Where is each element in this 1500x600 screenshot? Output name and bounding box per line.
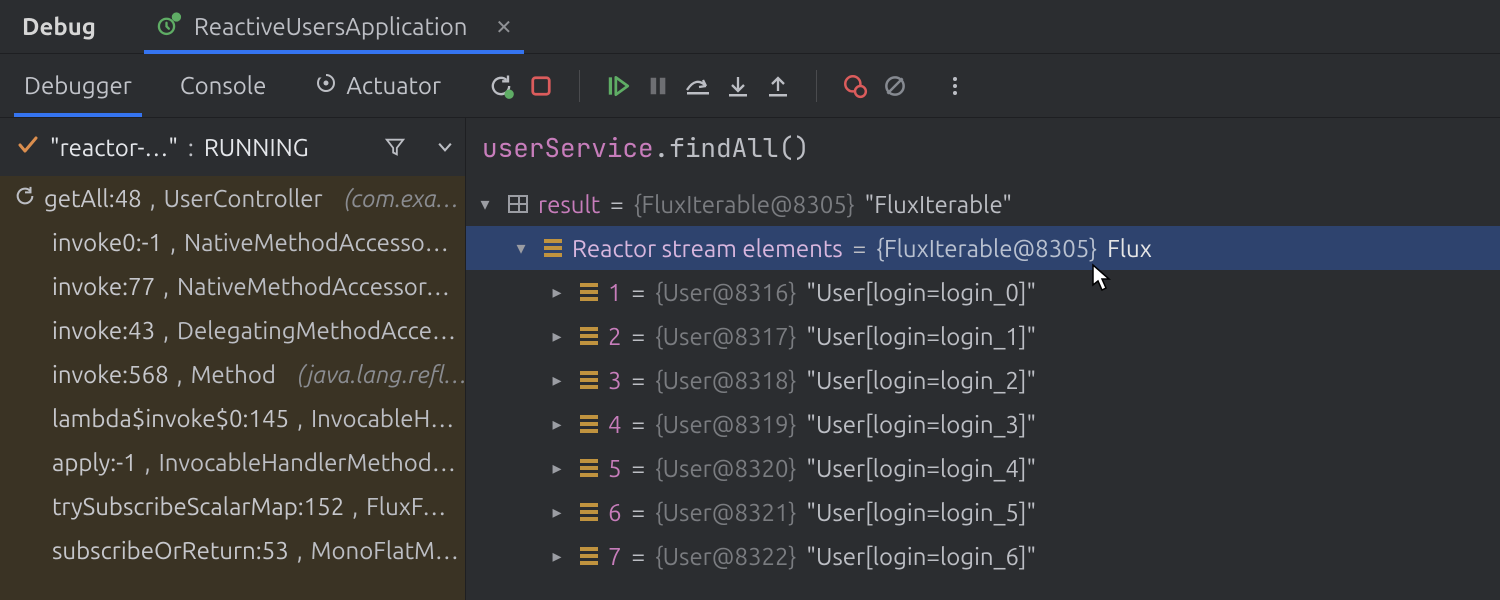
mute-breakpoints-button[interactable] <box>875 66 915 106</box>
thread-selector[interactable]: "reactor-…" : RUNNING <box>0 118 465 176</box>
object-icon <box>580 283 598 301</box>
step-into-button[interactable] <box>718 66 758 106</box>
stack-frame[interactable]: trySubscribeScalarMap:152, FluxF… <box>0 484 465 528</box>
chevron-right-icon[interactable]: ▸ <box>544 414 570 435</box>
resume-button[interactable] <box>598 66 638 106</box>
view-breakpoints-button[interactable] <box>835 66 875 106</box>
chevron-right-icon[interactable]: ▸ <box>544 326 570 347</box>
chevron-down-icon[interactable] <box>425 127 465 167</box>
chevron-right-icon[interactable]: ▸ <box>544 546 570 567</box>
stack-frame[interactable]: apply:-1, InvocableHandlerMethod… <box>0 440 465 484</box>
divider <box>579 70 580 102</box>
chevron-down-icon[interactable]: ▾ <box>472 194 498 215</box>
object-icon <box>580 415 598 433</box>
debug-titlebar: Debug ReactiveUsersApplication ✕ <box>0 0 1500 54</box>
variables-tree[interactable]: ▾ result = {FluxIterable@8305} "FluxIter… <box>466 176 1500 600</box>
rerun-button[interactable] <box>481 66 521 106</box>
thread-status: RUNNING <box>204 134 309 161</box>
variable-node[interactable]: ▸ 5 = {User@8320} "User[login=login_4]" <box>466 446 1500 490</box>
stack-frame[interactable]: getAll:48, UserController (com.exa… <box>0 176 465 220</box>
stop-button[interactable] <box>521 66 561 106</box>
more-icon[interactable] <box>935 66 975 106</box>
chevron-right-icon[interactable]: ▸ <box>544 502 570 523</box>
tab-console[interactable]: Console <box>156 54 290 117</box>
variable-node[interactable]: ▸ 7 = {User@8322} "User[login=login_6]" <box>466 534 1500 578</box>
object-icon <box>580 459 598 477</box>
variables-panel: userService.findAll() ▾ result = {FluxIt… <box>465 118 1500 600</box>
debug-panels: "reactor-…" : RUNNING getAll:48, UserCon… <box>0 118 1500 600</box>
variable-node[interactable]: ▸ 4 = {User@8319} "User[login=login_3]" <box>466 402 1500 446</box>
divider <box>816 70 817 102</box>
variable-node[interactable]: ▾ result = {FluxIterable@8305} "FluxIter… <box>466 182 1500 226</box>
result-icon <box>508 195 528 213</box>
chevron-right-icon[interactable]: ▸ <box>544 370 570 391</box>
tab-debugger[interactable]: Debugger <box>0 54 156 117</box>
object-icon <box>580 547 598 565</box>
stack-frame[interactable]: invoke:43, DelegatingMethodAcce… <box>0 308 465 352</box>
variable-node[interactable]: ▾ Reactor stream elements = {FluxIterabl… <box>466 226 1500 270</box>
reset-frame-icon <box>14 185 36 212</box>
chevron-right-icon[interactable]: ▸ <box>544 458 570 479</box>
stack-frame[interactable]: lambda$invoke$0:145, InvocableH… <box>0 396 465 440</box>
variable-node[interactable]: ▸ 1 = {User@8316} "User[login=login_0]" <box>466 270 1500 314</box>
stack-frame[interactable]: invoke:77, NativeMethodAccessor… <box>0 264 465 308</box>
chevron-down-icon[interactable]: ▾ <box>508 238 534 259</box>
pause-button[interactable] <box>638 66 678 106</box>
stack-frame[interactable]: subscribeOrReturn:53, MonoFlatM… <box>0 528 465 572</box>
close-icon[interactable]: ✕ <box>495 15 512 39</box>
stack-frame[interactable]: invoke:568, Method (java.lang.refl… <box>0 352 465 396</box>
run-icon <box>156 10 184 43</box>
object-icon <box>544 239 562 257</box>
panel-title: Debug <box>22 13 96 40</box>
stack-frame[interactable]: invoke0:-1, NativeMethodAccesso… <box>0 220 465 264</box>
object-icon <box>580 327 598 345</box>
check-icon <box>16 133 40 162</box>
chevron-right-icon[interactable]: ▸ <box>544 282 570 303</box>
frame-list[interactable]: getAll:48, UserController (com.exa… invo… <box>0 176 465 600</box>
evaluate-expression-input[interactable]: userService.findAll() <box>466 118 1500 176</box>
thread-name: "reactor-…" <box>50 134 178 161</box>
object-icon <box>580 371 598 389</box>
variable-node[interactable]: ▸ 6 = {User@8321} "User[login=login_5]" <box>466 490 1500 534</box>
step-over-button[interactable] <box>678 66 718 106</box>
object-icon <box>580 503 598 521</box>
debug-toolbar: Debugger Console Actuator <box>0 54 1500 118</box>
run-config-name: ReactiveUsersApplication <box>194 13 468 40</box>
step-out-button[interactable] <box>758 66 798 106</box>
variable-node[interactable]: ▸ 2 = {User@8317} "User[login=login_1]" <box>466 314 1500 358</box>
filter-icon[interactable] <box>375 127 415 167</box>
threads-frames-panel: "reactor-…" : RUNNING getAll:48, UserCon… <box>0 118 465 600</box>
variable-node[interactable]: ▸ 3 = {User@8318} "User[login=login_2]" <box>466 358 1500 402</box>
run-config-tab[interactable]: ReactiveUsersApplication ✕ <box>144 0 524 53</box>
tab-actuator[interactable]: Actuator <box>290 54 465 117</box>
actuator-icon <box>314 71 338 100</box>
